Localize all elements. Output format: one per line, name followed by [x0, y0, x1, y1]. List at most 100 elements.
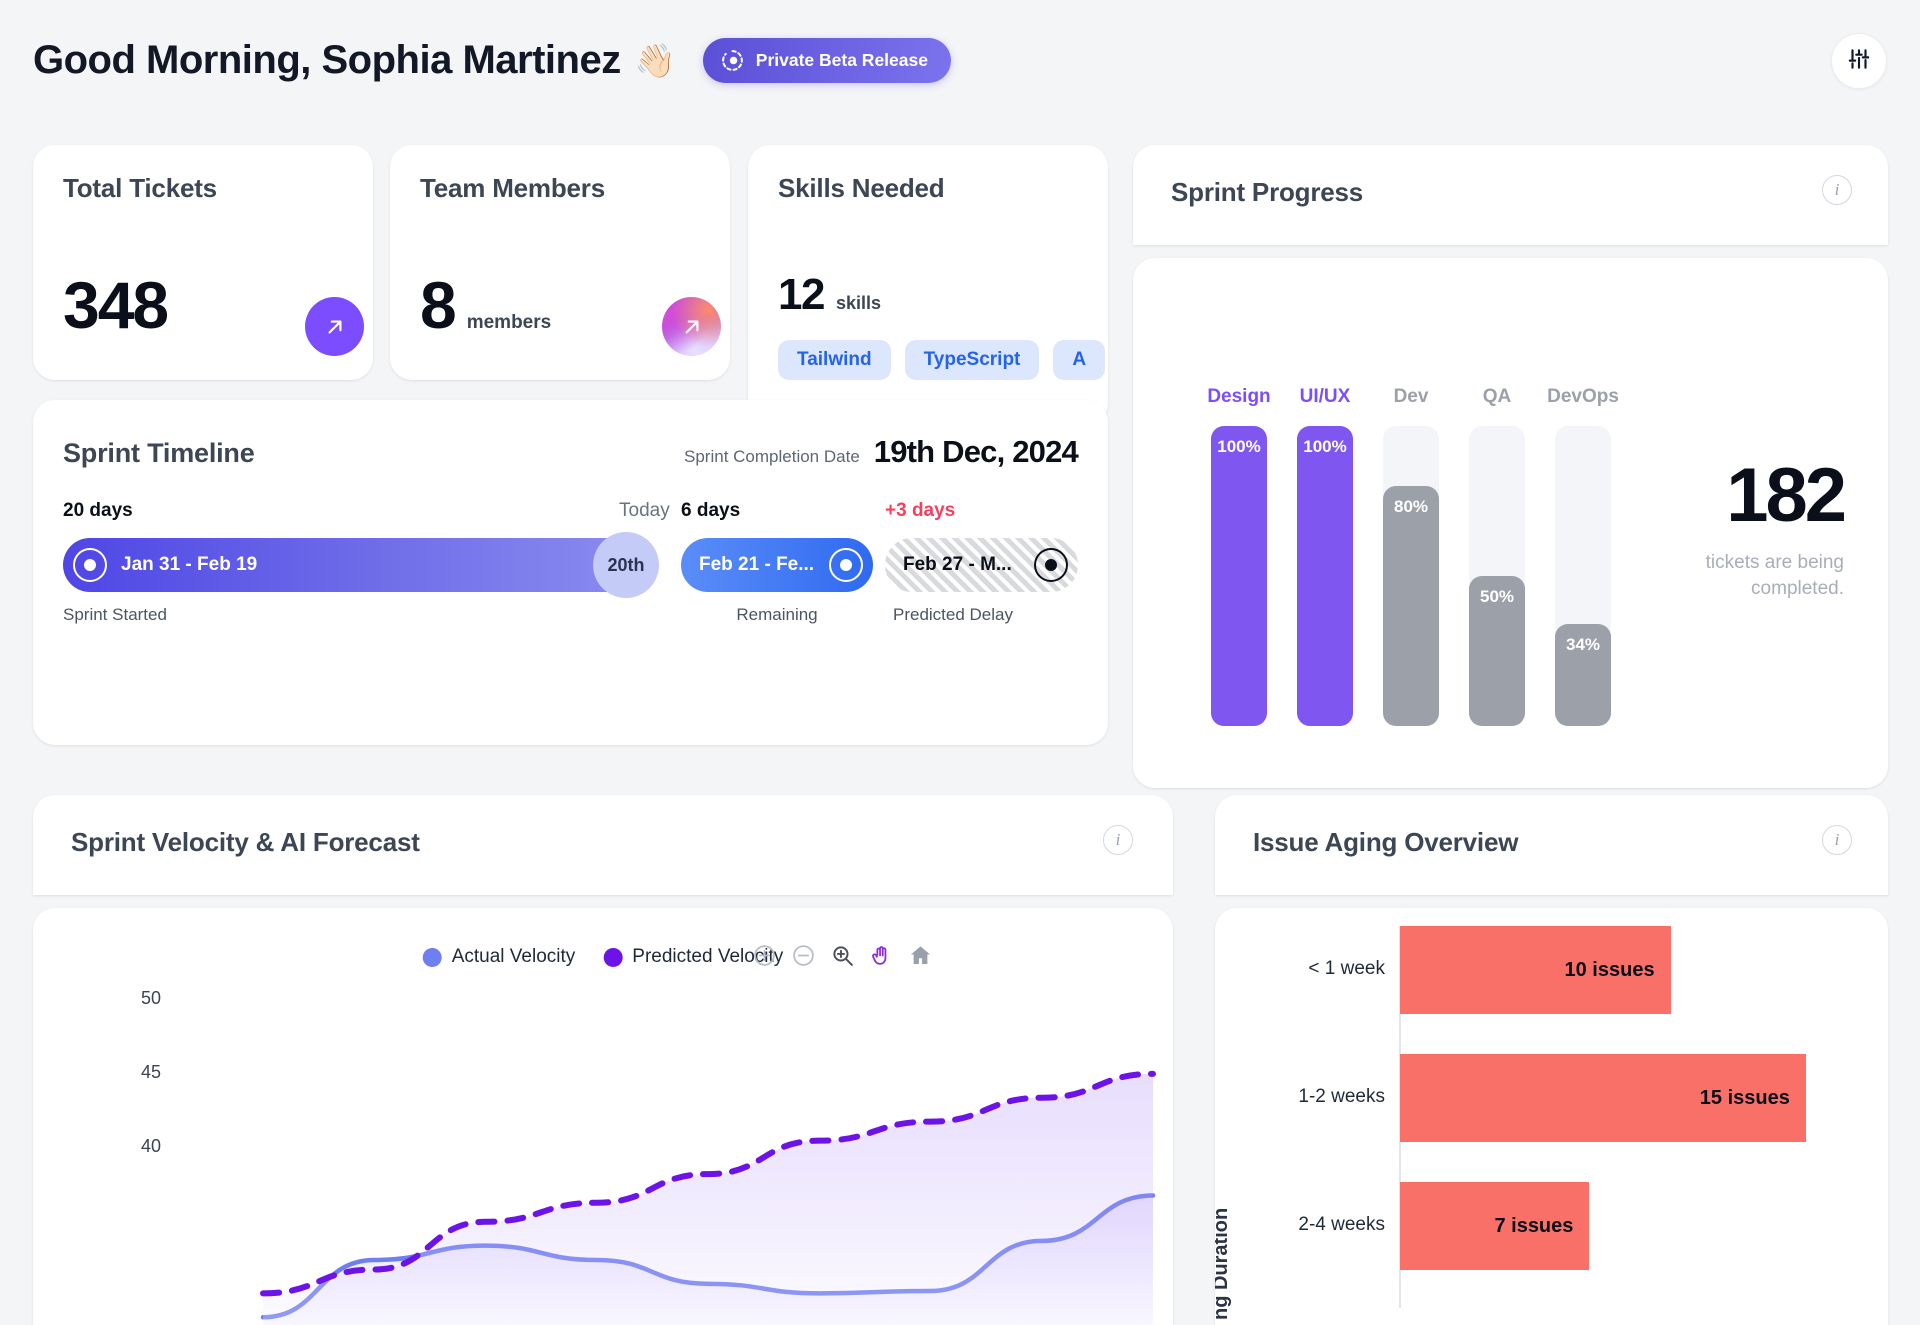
issue-aging-title: Issue Aging Overview — [1253, 827, 1518, 858]
total-tickets-value-row: 348 — [63, 272, 167, 338]
bar-value-label: 100% — [1217, 437, 1260, 726]
skill-tag[interactable]: Tailwind — [778, 340, 891, 380]
timeline-segment-footnote: Sprint Started — [63, 605, 167, 625]
card-issue-aging-header: Issue Aging Overview i — [1215, 795, 1888, 895]
card-team-members: Team Members 8 members — [390, 145, 730, 380]
completion-date: 19th Dec, 2024 — [874, 434, 1078, 470]
timeline-segment-label: Feb 27 - M... — [903, 554, 1012, 576]
bar-value-label: 34% — [1566, 635, 1600, 726]
bar-fill[interactable]: 34% — [1555, 624, 1611, 726]
velocity-area-fill — [263, 1074, 1153, 1325]
panel-sprint-progress-chart: Design100%UI/UX100%Dev80%QA50%DevOps34% … — [1133, 258, 1888, 788]
arrow-up-right-icon — [322, 314, 348, 340]
sprint-progress-title: Sprint Progress — [1171, 177, 1363, 208]
y-axis-tick: 40 — [141, 1136, 161, 1157]
timeline-segment-caption: +3 days — [885, 500, 955, 522]
total-tickets-value: 348 — [63, 272, 167, 338]
skills-value: 12 — [778, 273, 824, 317]
bar-track: 50% — [1469, 426, 1525, 726]
bar-category-label: UI/UX — [1300, 386, 1351, 408]
bar-fill[interactable]: 80% — [1383, 486, 1439, 726]
completion-group: Sprint Completion Date 19th Dec, 2024 — [684, 434, 1078, 470]
velocity-plot — [173, 964, 1173, 1325]
aging-bar-value-label: 10 issues — [1565, 959, 1671, 982]
timeline-segment[interactable]: Feb 27 - M... — [885, 538, 1078, 592]
timeline-captions: Today 20 days 6 days +3 days — [63, 500, 1078, 530]
aging-bar[interactable]: 7 issues — [1400, 1182, 1589, 1270]
settings-button[interactable] — [1831, 33, 1887, 89]
bar-fill[interactable]: 50% — [1469, 576, 1525, 726]
team-members-trend-button[interactable] — [662, 297, 721, 356]
dashboard-page: Good Morning, Sophia Martinez 👋🏻 Private… — [0, 0, 1920, 1325]
completion-label: Sprint Completion Date — [684, 447, 860, 467]
card-sprint-progress-header: Sprint Progress i — [1133, 145, 1888, 245]
aging-category-label: 2-4 weeks — [1255, 1214, 1385, 1236]
info-icon[interactable]: i — [1822, 825, 1852, 855]
timeline-today-caption: Today — [619, 500, 670, 522]
skill-tag[interactable]: A — [1053, 340, 1105, 380]
issue-aging-bars: < 1 week 10 issues 1-2 weeks 15 issues 2-4 w… — [1215, 908, 1888, 1325]
sliders-icon — [1846, 46, 1872, 77]
bar-category-label: Dev — [1394, 386, 1429, 408]
panel-issue-aging-chart: < 1 week 10 issues 1-2 weeks 15 issues 2-4 w… — [1215, 908, 1888, 1325]
bar-fill[interactable]: 100% — [1297, 426, 1353, 726]
private-beta-badge[interactable]: Private Beta Release — [703, 38, 951, 83]
card-sprint-timeline: Sprint Timeline Sprint Completion Date 1… — [33, 400, 1108, 745]
panel-velocity-chart: Actual VelocityPredicted Velocity — [33, 908, 1173, 1325]
timeline-segment-footnote: Predicted Delay — [893, 605, 1013, 625]
team-members-unit: members — [467, 312, 552, 334]
timeline-knob-icon — [73, 548, 107, 582]
aging-bar-value-label: 7 issues — [1494, 1215, 1589, 1238]
greeting-group: Good Morning, Sophia Martinez 👋🏻 Private… — [33, 38, 951, 83]
timeline-segment[interactable]: Feb 21 - Fe... — [681, 538, 873, 592]
card-total-tickets: Total Tickets 348 — [33, 145, 373, 380]
timeline-knob-icon — [829, 548, 863, 582]
timeline-track: Jan 31 - Feb 19 Feb 21 - Fe... Feb 27 - M.… — [63, 538, 1078, 592]
timeline-header: Sprint Timeline Sprint Completion Date 1… — [63, 434, 1078, 470]
bar-value-label: 50% — [1480, 587, 1514, 726]
page-title: Good Morning, Sophia Martinez — [33, 38, 621, 83]
bar-track: 34% — [1555, 426, 1611, 726]
skill-tag[interactable]: TypeScript — [905, 340, 1040, 380]
velocity-line-chart — [173, 964, 1173, 1325]
card-velocity-header: Sprint Velocity & AI Forecast i — [33, 795, 1173, 895]
total-tickets-trend-button[interactable] — [305, 297, 364, 356]
sprint-timeline-title: Sprint Timeline — [63, 438, 255, 469]
aging-category-label: < 1 week — [1255, 958, 1385, 980]
bar-category-label: Design — [1207, 386, 1270, 408]
total-tickets-title: Total Tickets — [63, 173, 217, 204]
team-members-value: 8 — [420, 272, 455, 338]
timeline-segment-label: Jan 31 - Feb 19 — [121, 554, 257, 576]
ticket-caption: tickets are being completed. — [1614, 550, 1844, 601]
card-skills-needed: Skills Needed 12 skills TailwindTypeScri… — [748, 145, 1108, 425]
aging-bar-value-label: 15 issues — [1700, 1087, 1806, 1110]
orbit-icon — [720, 48, 745, 73]
bar-category-label: QA — [1483, 386, 1512, 408]
arrow-up-right-icon — [679, 314, 705, 340]
y-axis-tick: 50 — [141, 988, 161, 1009]
timeline-today-marker[interactable]: 20th — [593, 532, 659, 598]
timeline-segment[interactable]: Jan 31 - Feb 19 — [63, 538, 643, 592]
timeline-footnotes: Sprint StartedRemainingPredicted Delay — [63, 605, 1078, 631]
team-members-title: Team Members — [420, 173, 605, 204]
aging-bar[interactable]: 15 issues — [1400, 1054, 1806, 1142]
bar-value-label: 100% — [1303, 437, 1346, 726]
aging-bar[interactable]: 10 issues — [1400, 926, 1671, 1014]
page-header: Good Morning, Sophia Martinez 👋🏻 Private… — [0, 0, 1920, 120]
aging-category-label: 1-2 weeks — [1255, 1086, 1385, 1108]
private-beta-badge-label: Private Beta Release — [756, 50, 928, 71]
timeline-segment-caption: 20 days — [63, 500, 133, 522]
skills-unit: skills — [836, 293, 881, 314]
velocity-title: Sprint Velocity & AI Forecast — [71, 827, 420, 858]
issue-aging-y-axis-label: ng Duration — [1215, 1208, 1233, 1320]
info-icon[interactable]: i — [1822, 175, 1852, 205]
bar-category-label: DevOps — [1547, 386, 1619, 408]
bar-fill[interactable]: 100% — [1211, 426, 1267, 726]
y-axis-tick: 45 — [141, 1062, 161, 1083]
timeline-segment-label: Feb 21 - Fe... — [699, 554, 814, 576]
info-icon[interactable]: i — [1103, 825, 1133, 855]
timeline-segment-caption: 6 days — [681, 500, 740, 522]
sprint-progress-bars: Design100%UI/UX100%Dev80%QA50%DevOps34% — [1211, 296, 1611, 726]
bar-track: 100% — [1297, 426, 1353, 726]
bar-value-label: 80% — [1394, 497, 1428, 726]
